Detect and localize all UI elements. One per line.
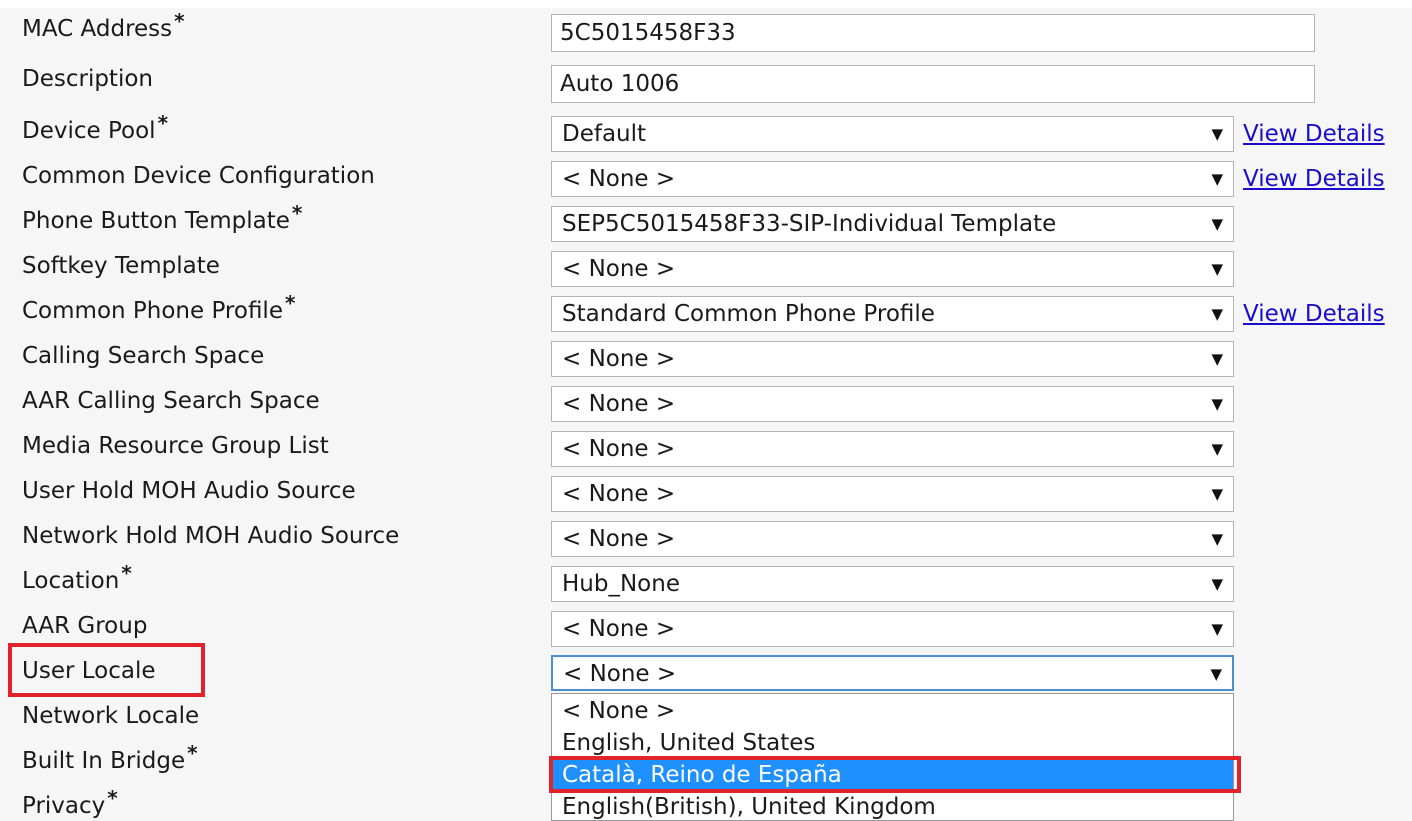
user-hold-moh-audio-source-label: User Hold MOH Audio Source xyxy=(22,478,356,504)
device-pool-view-details-link[interactable]: View Details xyxy=(1243,119,1385,149)
top-strip xyxy=(0,0,1412,8)
common-phone-profile-label: Common Phone Profile * xyxy=(22,291,296,324)
chevron-down-icon: ▼ xyxy=(1210,665,1222,683)
common-phone-profile-view-details-link[interactable]: View Details xyxy=(1243,299,1385,329)
aar-calling-search-space-label: AAR Calling Search Space xyxy=(22,388,320,414)
chevron-down-icon: ▼ xyxy=(1211,620,1223,638)
required-marker: * xyxy=(157,111,169,135)
chevron-down-icon: ▼ xyxy=(1211,260,1223,278)
chevron-down-icon: ▼ xyxy=(1211,440,1223,458)
mac-address-input[interactable]: 5C5015458F33 xyxy=(551,14,1315,52)
phone-button-template-label: Phone Button Template * xyxy=(22,201,303,234)
chevron-down-icon: ▼ xyxy=(1211,170,1223,188)
required-marker: * xyxy=(284,291,296,315)
privacy-label: Privacy * xyxy=(22,786,118,819)
softkey-template-label: Softkey Template xyxy=(22,253,220,279)
device-pool-label: Device Pool * xyxy=(22,111,169,144)
required-marker: * xyxy=(174,9,185,33)
chevron-down-icon: ▼ xyxy=(1211,305,1223,323)
location-label: Location * xyxy=(22,561,132,594)
calling-search-space-label: Calling Search Space xyxy=(22,343,265,369)
chevron-down-icon: ▼ xyxy=(1211,350,1223,368)
location-select[interactable]: Hub_None ▼ xyxy=(551,566,1234,602)
chevron-down-icon: ▼ xyxy=(1211,125,1223,143)
user-locale-select[interactable]: < None > ▼ xyxy=(551,655,1234,691)
network-hold-moh-audio-source-label: Network Hold MOH Audio Source xyxy=(22,523,400,549)
phone-button-template-select[interactable]: SEP5C5015458F33-SIP-Individual Template ▼ xyxy=(551,206,1234,242)
common-device-configuration-view-details-link[interactable]: View Details xyxy=(1243,164,1385,194)
media-resource-group-list-select[interactable]: < None > ▼ xyxy=(551,431,1234,467)
description-input[interactable]: Auto 1006 xyxy=(551,65,1315,103)
user-locale-highlight-box xyxy=(8,643,205,697)
network-locale-label: Network Locale xyxy=(22,703,200,729)
chevron-down-icon: ▼ xyxy=(1211,575,1223,593)
chevron-down-icon: ▼ xyxy=(1211,485,1223,503)
softkey-template-select[interactable]: < None > ▼ xyxy=(551,251,1234,287)
common-device-configuration-label: Common Device Configuration xyxy=(22,163,375,189)
common-device-configuration-select[interactable]: < None > ▼ xyxy=(551,161,1234,197)
required-marker: * xyxy=(291,201,303,225)
required-marker: * xyxy=(107,786,118,810)
media-resource-group-list-label: Media Resource Group List xyxy=(22,433,329,459)
common-phone-profile-select[interactable]: Standard Common Phone Profile ▼ xyxy=(551,296,1234,332)
mac-address-label: MAC Address * xyxy=(22,9,185,42)
aar-calling-search-space-select[interactable]: < None > ▼ xyxy=(551,386,1234,422)
chevron-down-icon: ▼ xyxy=(1211,395,1223,413)
required-marker: * xyxy=(121,561,132,585)
selected-option-highlight-box xyxy=(549,756,1241,793)
user-locale-option[interactable]: English, United States xyxy=(552,727,1233,759)
description-label: Description xyxy=(22,66,153,92)
network-hold-moh-audio-source-select[interactable]: < None > ▼ xyxy=(551,521,1234,557)
device-pool-select[interactable]: Default ▼ xyxy=(551,116,1234,152)
chevron-down-icon: ▼ xyxy=(1211,530,1223,548)
aar-group-select[interactable]: < None > ▼ xyxy=(551,611,1234,647)
user-locale-option[interactable]: < None > xyxy=(552,695,1233,727)
user-hold-moh-audio-source-select[interactable]: < None > ▼ xyxy=(551,476,1234,512)
user-locale-option[interactable]: English(British), United Kingdom xyxy=(552,791,1233,820)
built-in-bridge-label: Built In Bridge * xyxy=(22,741,198,774)
chevron-down-icon: ▼ xyxy=(1211,215,1223,233)
calling-search-space-select[interactable]: < None > ▼ xyxy=(551,341,1234,377)
required-marker: * xyxy=(187,741,198,765)
aar-group-label: AAR Group xyxy=(22,613,148,639)
